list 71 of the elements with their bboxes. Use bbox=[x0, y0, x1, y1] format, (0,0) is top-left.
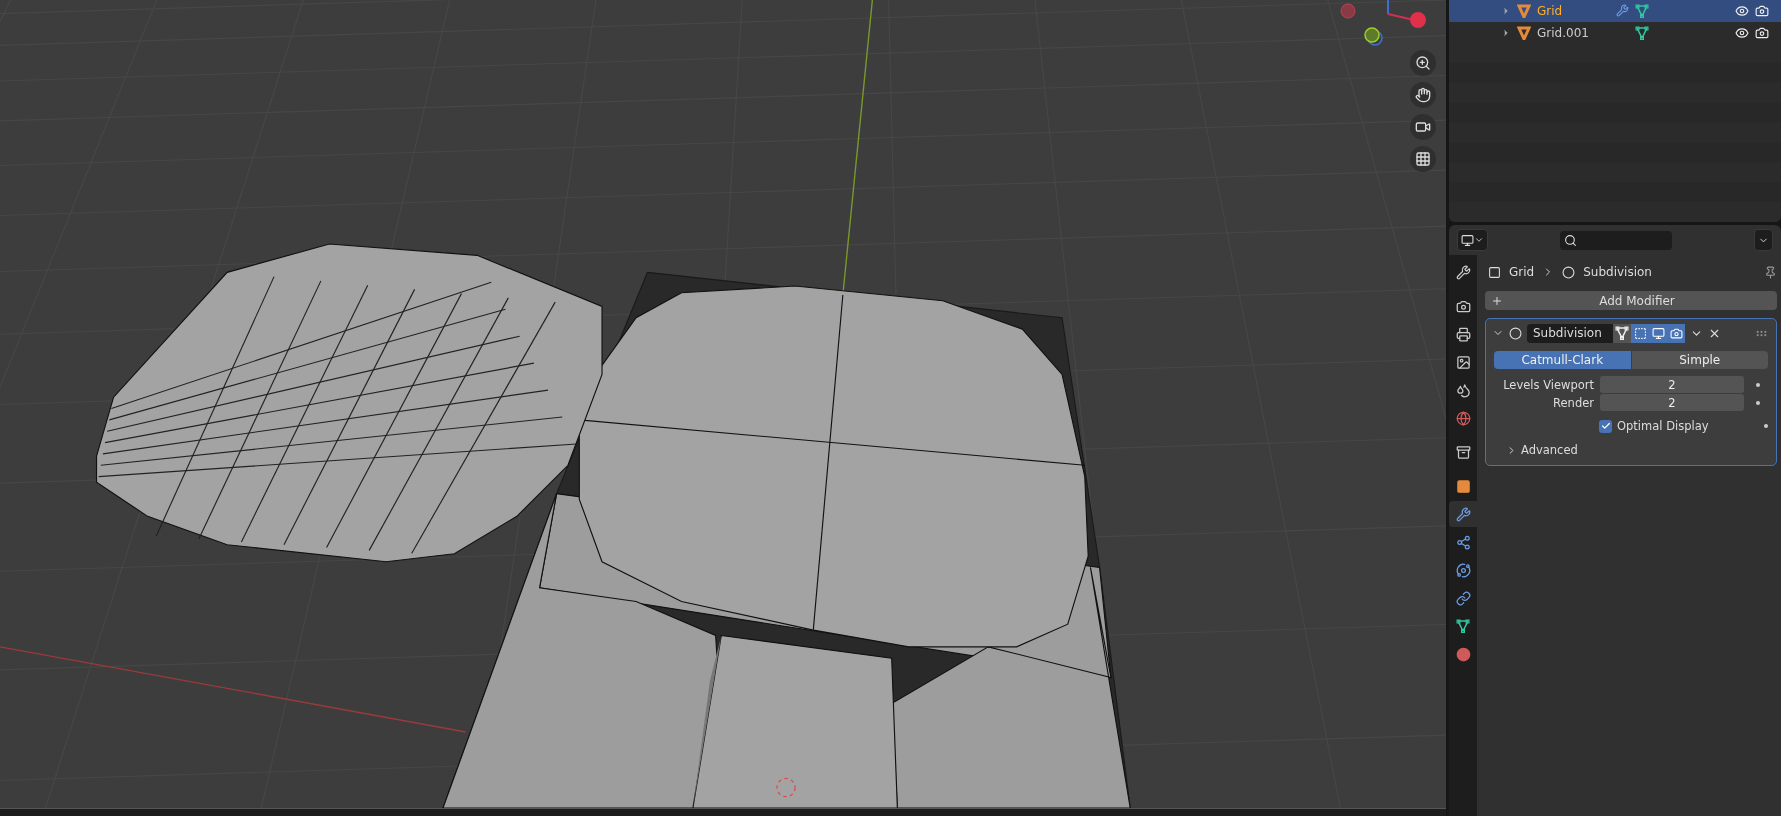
method-tab[interactable]: Catmull-Clark bbox=[1494, 351, 1631, 369]
globe-icon bbox=[1455, 410, 1471, 426]
dashed-square-icon bbox=[1633, 326, 1647, 340]
expand-arrow-icon[interactable] bbox=[1501, 27, 1511, 38]
properties-tab[interactable] bbox=[1449, 501, 1477, 527]
object-mesh-icon bbox=[1517, 3, 1531, 18]
object-name: Grid.001 bbox=[1537, 25, 1590, 40]
keyframe-dot-icon[interactable] bbox=[1764, 424, 1768, 428]
object-mesh-icon bbox=[1517, 25, 1531, 40]
camera-back-icon bbox=[1455, 298, 1471, 314]
pin-icon[interactable] bbox=[1764, 265, 1777, 279]
expand-arrow-icon[interactable] bbox=[1501, 5, 1511, 16]
modifier-name-field[interactable]: Subdivision bbox=[1527, 323, 1613, 343]
grid-icon bbox=[1415, 151, 1431, 167]
add-modifier-button[interactable]: Add Modifier bbox=[1485, 291, 1777, 310]
image-stack-icon bbox=[1455, 354, 1471, 370]
plus-icon bbox=[1491, 294, 1503, 307]
keyframe-dot-icon[interactable] bbox=[1756, 382, 1760, 387]
object-name: Grid bbox=[1537, 3, 1564, 18]
video-camera-icon bbox=[1415, 119, 1431, 135]
keyframe-dot-icon[interactable] bbox=[1756, 400, 1760, 405]
eye-icon[interactable] bbox=[1735, 3, 1749, 18]
search-icon bbox=[1564, 233, 1577, 247]
number-field[interactable]: 2 bbox=[1600, 376, 1744, 393]
camera-view-button[interactable] bbox=[1410, 114, 1436, 140]
editor-type-button[interactable] bbox=[1457, 229, 1488, 251]
wrench-icon[interactable] bbox=[1616, 4, 1629, 18]
monitor-icon bbox=[1651, 326, 1665, 340]
search-field[interactable] bbox=[1560, 230, 1672, 250]
pan-button[interactable] bbox=[1410, 82, 1436, 108]
circle-icon bbox=[1562, 265, 1576, 279]
toggle-button[interactable] bbox=[1649, 323, 1667, 343]
object-square-icon bbox=[1488, 265, 1501, 279]
mesh-triangle-icon bbox=[1456, 619, 1470, 633]
circle-icon bbox=[1509, 326, 1522, 340]
eye-icon[interactable] bbox=[1735, 25, 1749, 40]
zoom-icon bbox=[1415, 55, 1431, 71]
sphere-icon bbox=[1455, 646, 1471, 662]
mesh-data-icon bbox=[1635, 25, 1649, 40]
caret-icon bbox=[1474, 235, 1484, 245]
advanced-subpanel-header[interactable]: Advanced bbox=[1492, 441, 1768, 459]
method-tab[interactable]: Simple bbox=[1631, 351, 1768, 369]
check-icon bbox=[1600, 421, 1611, 431]
breadcrumb-modifier: Subdivision bbox=[1583, 265, 1652, 279]
camera-icon[interactable] bbox=[1755, 25, 1769, 40]
particles-icon bbox=[1455, 534, 1471, 550]
printer-icon bbox=[1455, 326, 1471, 342]
triangle-vertices-icon bbox=[1615, 326, 1629, 340]
zoom-button[interactable] bbox=[1410, 50, 1436, 76]
link-icon bbox=[1455, 590, 1471, 606]
orbit-icon bbox=[1455, 562, 1471, 578]
outliner-row[interactable]: Grid bbox=[1449, 0, 1781, 22]
ortho-toggle-button[interactable] bbox=[1410, 146, 1436, 172]
checkbox[interactable] bbox=[1599, 419, 1612, 433]
mesh-data-icon bbox=[1635, 3, 1649, 18]
camera-icon bbox=[1669, 326, 1683, 340]
field-label: Levels Viewport bbox=[1502, 377, 1594, 392]
drops-icon bbox=[1455, 382, 1471, 398]
breadcrumb-object: Grid bbox=[1509, 265, 1535, 279]
hand-icon bbox=[1415, 87, 1431, 103]
field-label: Render bbox=[1552, 395, 1594, 410]
toggle-button[interactable] bbox=[1667, 323, 1685, 343]
checkbox-label: Optimal Display bbox=[1617, 419, 1710, 433]
toggle-button[interactable] bbox=[1631, 323, 1649, 343]
wrench-icon bbox=[1455, 506, 1471, 522]
camera-icon[interactable] bbox=[1755, 3, 1769, 18]
number-field[interactable]: 2 bbox=[1600, 394, 1744, 411]
box-icon bbox=[1455, 444, 1471, 460]
options-dropdown[interactable] bbox=[1754, 229, 1773, 251]
toggle-button[interactable] bbox=[1613, 323, 1631, 343]
square-icon bbox=[1455, 478, 1471, 494]
